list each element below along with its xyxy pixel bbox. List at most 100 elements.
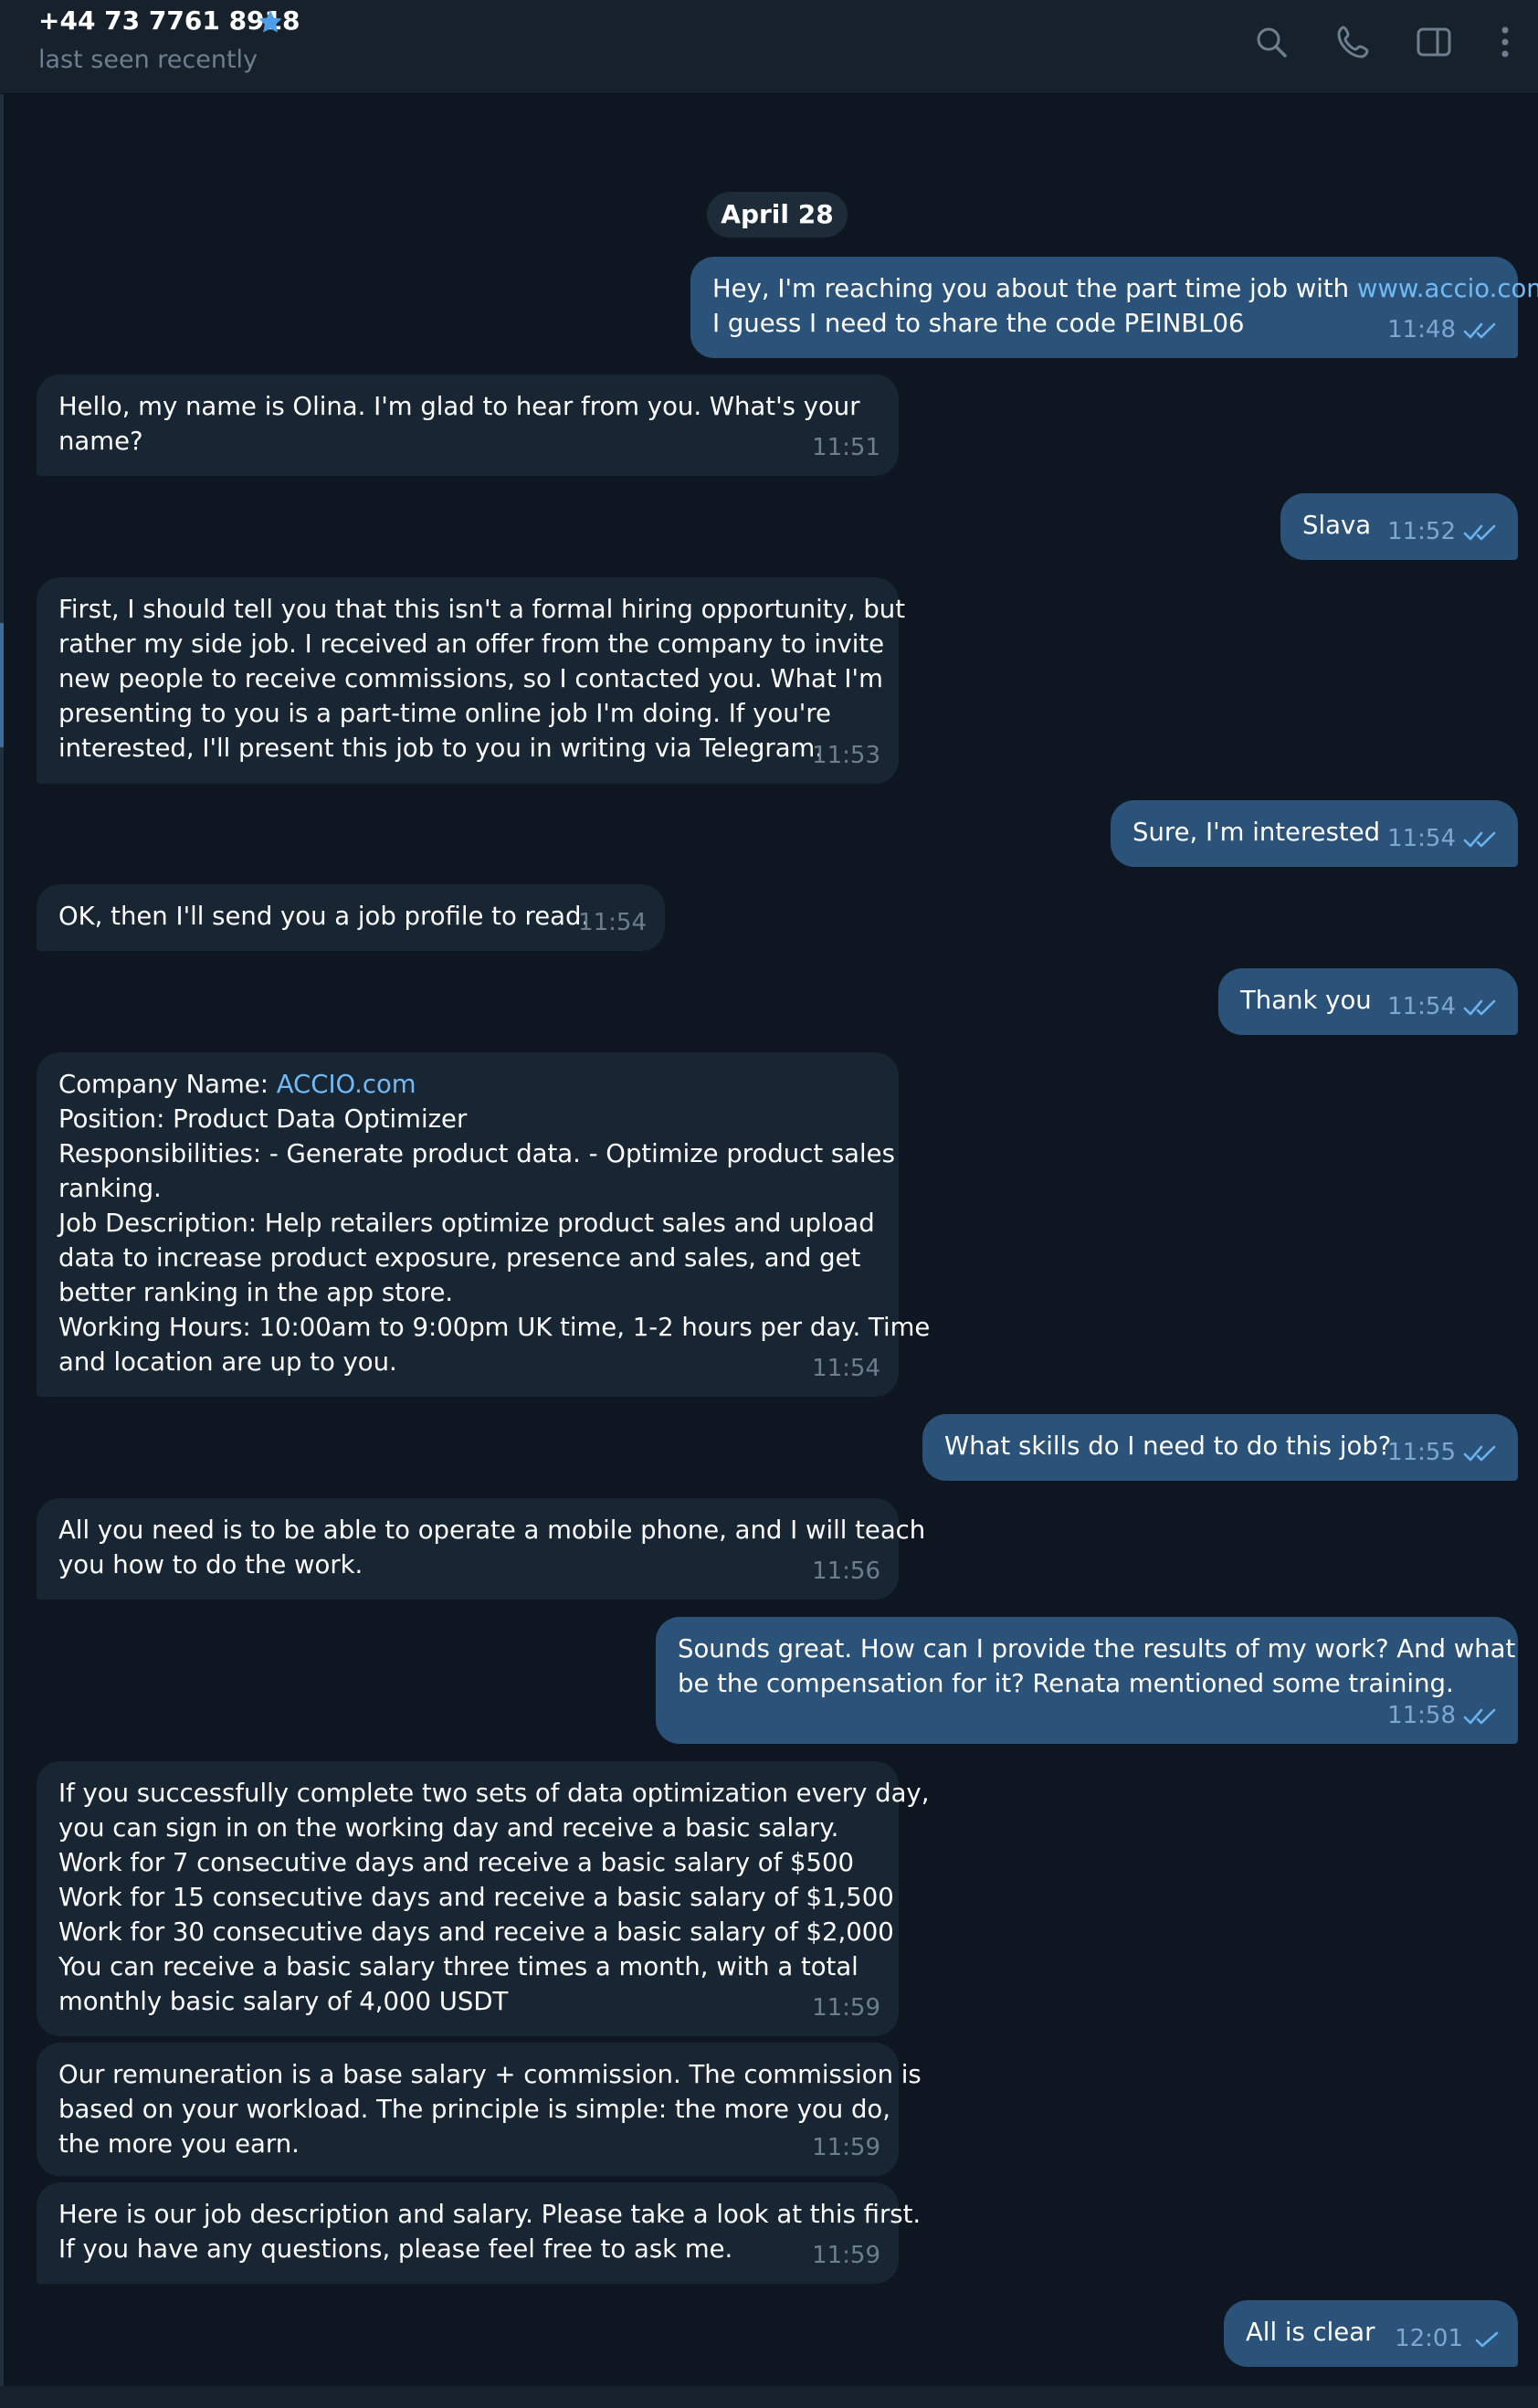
message-outgoing[interactable]: Sure, I'm interested 11:54 <box>1111 800 1518 867</box>
message-meta: 11:54 <box>812 1351 880 1386</box>
message-line: you how to do the work. <box>58 1550 363 1579</box>
message-line: Here is our job description and salary. … <box>58 2200 922 2229</box>
message-outgoing[interactable]: All is clear 12:01 <box>1224 2300 1518 2367</box>
message-time: 12:01 <box>1395 2325 1463 2352</box>
message-time: 11:55 <box>1387 1439 1456 1466</box>
message-line: Job Description: Help retailers optimize… <box>58 1209 875 1238</box>
message-meta: 11:59 <box>812 2238 880 2273</box>
message-line: the more you earn. <box>58 2129 300 2159</box>
message-incoming[interactable]: If you successfully complete two sets of… <box>37 1761 930 2036</box>
message-line: Hello, my name is Olina. I'm glad to hea… <box>58 392 860 421</box>
star-icon <box>258 10 282 33</box>
message-line: Work for 30 consecutive days and receive… <box>58 1917 894 1947</box>
message-time: 11:54 <box>578 909 647 936</box>
search-icon[interactable] <box>1251 22 1291 62</box>
message-time: 11:54 <box>1387 825 1456 852</box>
chat-header: +44 73 7761 8918 last seen recently <box>0 0 1538 94</box>
message-incoming[interactable]: OK, then I'll send you a job profile to … <box>37 884 665 951</box>
message-line: OK, then I'll send you a job profile to … <box>58 902 590 931</box>
scroll-indicator <box>0 623 4 747</box>
message-line: and location are up to you. <box>58 1347 397 1377</box>
message-meta: 11:52 <box>1387 514 1500 549</box>
read-checks-icon <box>1463 831 1496 847</box>
message-line: First, I should tell you that this isn't… <box>58 595 905 624</box>
message-time: 11:59 <box>812 1994 880 2022</box>
message-line: new people to receive commissions, so I … <box>58 664 883 693</box>
message-link[interactable]: ACCIO.com <box>277 1070 416 1099</box>
sent-check-icon <box>1475 2331 1499 2347</box>
composer-edge <box>0 2386 1538 2408</box>
message-time: 11:54 <box>1387 993 1456 1020</box>
message-link[interactable]: www.accio.com <box>1357 274 1538 303</box>
message-time: 11:59 <box>812 2134 880 2161</box>
message-line: based on your workload. The principle is… <box>58 2095 890 2124</box>
message-incoming[interactable]: Company Name: ACCIO.com Position: Produc… <box>37 1052 931 1397</box>
message-time: 11:56 <box>812 1558 880 1585</box>
message-incoming[interactable]: Our remuneration is a base salary + comm… <box>37 2043 922 2176</box>
message-incoming[interactable]: First, I should tell you that this isn't… <box>37 577 905 784</box>
message-outgoing[interactable]: Thank you 11:54 <box>1218 968 1518 1035</box>
message-line: Position: Product Data Optimizer <box>58 1104 468 1134</box>
message-line: Company Name: ACCIO.com <box>58 1070 416 1099</box>
message-incoming[interactable]: Here is our job description and salary. … <box>37 2182 922 2284</box>
read-checks-icon <box>1463 1445 1496 1461</box>
read-checks-icon <box>1463 999 1496 1015</box>
message-meta: 11:54 <box>1387 821 1500 856</box>
left-edge <box>0 0 4 2408</box>
message-line: better ranking in the app store. <box>58 1278 454 1307</box>
message-time: 11:48 <box>1387 316 1456 343</box>
message-line: I guess I need to share the code PEINBL0… <box>712 309 1245 338</box>
message-outgoing[interactable]: What skills do I need to do this job? 11… <box>922 1414 1518 1481</box>
message-meta: 11:59 <box>812 2130 880 2165</box>
message-line: rather my side job. I received an offer … <box>58 629 885 659</box>
message-meta: 12:01 <box>1395 2321 1500 2356</box>
message-meta: 11:53 <box>812 738 880 773</box>
message-meta: 11:48 <box>1387 312 1500 347</box>
message-line: ranking. <box>58 1174 162 1203</box>
message-line: All you need is to be able to operate a … <box>58 1516 926 1545</box>
message-incoming[interactable]: Hello, my name is Olina. I'm glad to hea… <box>37 375 899 476</box>
message-incoming[interactable]: All you need is to be able to operate a … <box>37 1498 926 1600</box>
message-time: 11:53 <box>812 742 880 769</box>
message-time: 11:52 <box>1387 518 1456 545</box>
sidebar-panel-icon[interactable] <box>1414 22 1454 62</box>
message-line: data to increase product exposure, prese… <box>58 1243 861 1273</box>
message-line: monthly basic salary of 4,000 USDT <box>58 1987 509 2016</box>
read-checks-icon <box>1463 524 1496 540</box>
message-outgoing[interactable]: Sounds great. How can I provide the resu… <box>656 1617 1518 1744</box>
more-vertical-icon[interactable] <box>1485 22 1525 62</box>
message-time: 11:58 <box>1387 1702 1456 1729</box>
message-line: If you have any questions, please feel f… <box>58 2234 733 2264</box>
message-meta: 11:59 <box>812 1991 880 2025</box>
contact-status: last seen recently <box>38 46 258 74</box>
phone-icon[interactable] <box>1333 22 1374 62</box>
message-time: 11:51 <box>812 434 880 461</box>
message-line: Work for 7 consecutive days and receive … <box>58 1848 855 1877</box>
message-outgoing[interactable]: Slava 11:52 <box>1280 493 1518 560</box>
message-meta: 11:51 <box>812 430 880 465</box>
message-line: You can receive a basic salary three tim… <box>58 1952 859 1981</box>
message-time: 11:54 <box>812 1355 880 1382</box>
message-meta: 11:54 <box>578 905 647 940</box>
read-checks-icon <box>1463 1708 1496 1724</box>
message-meta: 11:56 <box>812 1554 880 1589</box>
message-line: Our remuneration is a base salary + comm… <box>58 2060 922 2089</box>
message-line: Work for 15 consecutive days and receive… <box>58 1883 894 1912</box>
message-line: Working Hours: 10:00am to 9:00pm UK time… <box>58 1313 931 1342</box>
message-line: you can sign in on the working day and r… <box>58 1813 839 1843</box>
message-line: presenting to you is a part-time online … <box>58 699 831 728</box>
message-line: interested, I'll present this job to you… <box>58 734 824 763</box>
message-line: name? <box>58 427 143 456</box>
message-line: Sounds great. How can I provide the resu… <box>678 1634 1516 1663</box>
message-time: 11:59 <box>812 2242 880 2269</box>
message-line: Responsibilities: - Generate product dat… <box>58 1139 895 1168</box>
message-line: be the compensation for it? Renata menti… <box>678 1669 1454 1698</box>
read-checks-icon <box>1463 322 1496 338</box>
message-outgoing[interactable]: Hey, I'm reaching you about the part tim… <box>690 257 1538 358</box>
message-meta: 11:54 <box>1387 989 1500 1024</box>
date-separator: April 28 <box>707 192 848 238</box>
message-line: If you successfully complete two sets of… <box>58 1779 930 1808</box>
message-meta: 11:58 <box>1387 1698 1500 1733</box>
message-meta: 11:55 <box>1387 1435 1500 1470</box>
message-line: Hey, I'm reaching you about the part tim… <box>712 271 1538 306</box>
